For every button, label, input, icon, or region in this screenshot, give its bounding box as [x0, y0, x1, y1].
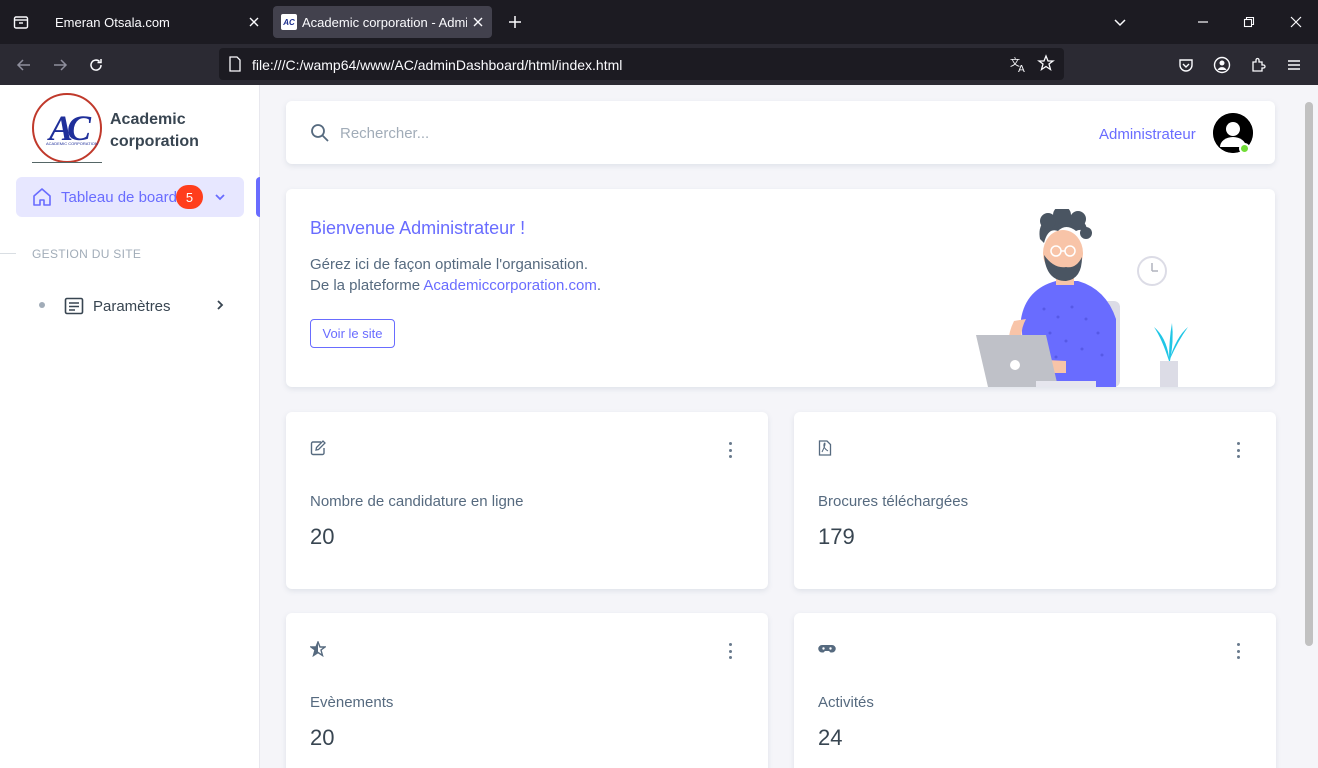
stat-card-evenements: Evènements 20	[286, 613, 768, 768]
gamepad-icon	[818, 641, 836, 662]
browser-tab-emeran[interactable]: Emeran Otsala.com	[42, 6, 268, 38]
online-status-dot	[1239, 143, 1250, 154]
notification-badge: 5	[176, 185, 203, 209]
more-options-icon[interactable]	[1228, 442, 1248, 458]
home-icon	[32, 187, 52, 212]
bullet-icon	[39, 302, 45, 308]
address-bar[interactable]: file:///C:/wamp64/www/AC/adminDashboard/…	[219, 48, 1064, 80]
more-options-icon[interactable]	[720, 442, 740, 458]
brand-name[interactable]: Academic corporation	[110, 109, 199, 153]
stat-value: 179	[818, 524, 855, 549]
sidebar: AC ACADEMIC CORPORATION Academic corpora…	[0, 85, 260, 768]
browser-tab-bar: Emeran Otsala.com AC Academic corporatio…	[0, 0, 1318, 44]
tab-title: Academic corporation - Admin	[302, 14, 467, 30]
tab-title: Emeran Otsala.com	[55, 14, 170, 30]
illustration-man-laptop	[976, 209, 1188, 387]
chevron-down-icon	[214, 189, 226, 210]
welcome-title: Bienvenue Administrateur !	[310, 218, 526, 238]
new-tab-icon[interactable]	[503, 10, 527, 34]
svg-text:A: A	[1018, 64, 1025, 74]
extensions-icon[interactable]	[1245, 52, 1271, 78]
stat-label: Brocures téléchargées	[818, 493, 969, 510]
list-icon	[64, 296, 84, 321]
forward-icon[interactable]	[47, 52, 73, 78]
more-options-icon[interactable]	[1228, 643, 1248, 659]
active-indicator	[256, 177, 260, 217]
sidebar-item-label: Paramètres	[93, 298, 171, 315]
stat-value: 20	[310, 725, 335, 750]
close-icon[interactable]	[246, 14, 262, 30]
stat-card-brochures: Brocures téléchargées 179	[794, 412, 1276, 589]
stat-card-candidatures: Nombre de candidature en ligne 20	[286, 412, 768, 589]
sidebar-item-label: Tableau de board	[61, 189, 177, 206]
sidebar-item-parametres[interactable]: Paramètres	[16, 288, 244, 324]
star-icon	[308, 640, 328, 662]
close-icon[interactable]	[470, 14, 486, 30]
tab-list-icon[interactable]	[8, 9, 34, 35]
window-close-icon[interactable]	[1284, 10, 1308, 34]
translate-icon[interactable]: 文A	[1009, 54, 1029, 79]
stat-label: Nombre de candidature en ligne	[310, 493, 524, 510]
reload-icon[interactable]	[83, 52, 109, 78]
back-icon[interactable]	[11, 52, 37, 78]
restore-icon[interactable]	[1237, 10, 1261, 34]
url-text: file:///C:/wamp64/www/AC/adminDashboard/…	[252, 57, 623, 73]
top-navbar: Administrateur	[286, 101, 1275, 164]
chevron-right-icon	[214, 297, 226, 318]
browser-tab-academic[interactable]: AC Academic corporation - Admin	[273, 6, 492, 38]
stat-label: Activités	[818, 694, 874, 711]
bookmark-star-icon[interactable]	[1037, 54, 1055, 77]
stat-value: 20	[310, 524, 335, 549]
logo-underline	[32, 162, 102, 163]
minimize-icon[interactable]	[1191, 10, 1215, 34]
more-options-icon[interactable]	[720, 643, 740, 659]
section-title: GESTION DU SITE	[32, 247, 142, 261]
list-all-tabs-icon[interactable]	[1108, 10, 1132, 34]
welcome-card: Bienvenue Administrateur ! Gérez ici de …	[286, 189, 1275, 387]
logo[interactable]: AC ACADEMIC CORPORATION	[32, 93, 102, 163]
stat-label: Evènements	[310, 694, 394, 711]
menu-icon[interactable]	[1281, 52, 1307, 78]
stat-value: 24	[818, 725, 843, 750]
stat-card-activites: Activités 24	[794, 613, 1276, 768]
page-scrollbar[interactable]	[1305, 102, 1313, 646]
welcome-text-platform: De la plateforme Academiccorporation.com…	[310, 277, 601, 294]
edit-icon	[310, 440, 326, 461]
search-input[interactable]	[340, 121, 640, 145]
sidebar-item-dashboard[interactable]: Tableau de board 5	[16, 177, 244, 217]
account-icon[interactable]	[1209, 52, 1235, 78]
pocket-icon[interactable]	[1173, 52, 1199, 78]
page-icon	[228, 56, 242, 77]
platform-link[interactable]: Academiccorporation.com	[423, 277, 596, 294]
pdf-icon	[818, 440, 832, 461]
favicon-icon: AC	[281, 14, 297, 30]
divider	[0, 253, 16, 254]
browser-toolbar: file:///C:/wamp64/www/AC/adminDashboard/…	[0, 44, 1318, 85]
welcome-text: Gérez ici de façon optimale l'organisati…	[310, 256, 589, 273]
view-site-button[interactable]: Voir le site	[310, 319, 395, 348]
user-name[interactable]: Administrateur	[1099, 126, 1196, 143]
search-icon	[310, 123, 330, 148]
